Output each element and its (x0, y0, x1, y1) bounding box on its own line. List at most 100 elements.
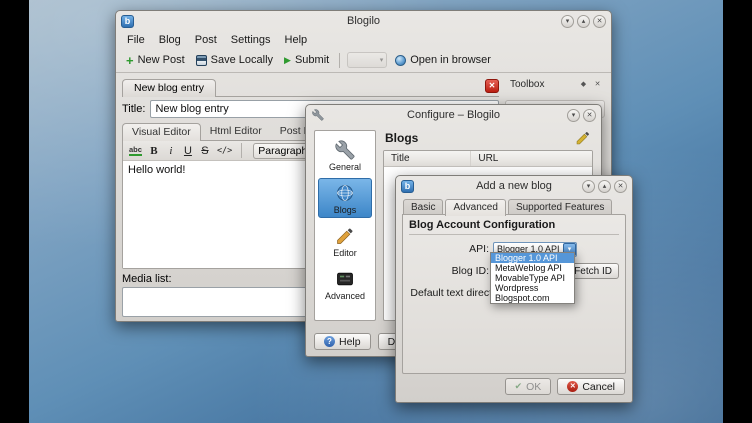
help-icon: ? (324, 336, 335, 347)
minimize-button[interactable]: ▾ (582, 180, 595, 193)
sidebar-item-editor[interactable]: Editor (318, 221, 372, 261)
maximize-button[interactable]: ▴ (598, 180, 611, 193)
main-titlebar[interactable]: b Blogilo ▾ ▴ ✕ (116, 11, 611, 31)
editor-text: Hello world! (128, 164, 185, 176)
minimize-icon: ▾ (587, 183, 591, 190)
api-option-blogger[interactable]: Blogger 1.0 API (491, 253, 574, 263)
sidebar-item-general[interactable]: General (318, 135, 372, 175)
toolbox-close-button[interactable]: ✕ (592, 79, 603, 90)
save-icon (196, 55, 207, 66)
tab-visual-editor[interactable]: Visual Editor (122, 123, 201, 141)
italic-button[interactable]: i (166, 145, 176, 157)
toolbox-title: Toolbox (507, 79, 575, 90)
blogs-globe-icon (334, 182, 356, 204)
close-button[interactable]: ✕ (583, 109, 596, 122)
open-in-browser-button[interactable]: Open in browser (392, 52, 494, 68)
sidebar-item-blogs[interactable]: Blogs (318, 178, 372, 218)
configure-window-controls: ▾ ✕ (567, 109, 596, 122)
help-button[interactable]: ? Help (314, 333, 371, 350)
post-title-label: Title: (122, 103, 145, 115)
sidebar-label-advanced: Advanced (325, 291, 365, 301)
wrench-icon (334, 139, 356, 161)
maximize-icon: ▴ (603, 183, 607, 190)
maximize-button[interactable]: ▴ (577, 15, 590, 28)
menu-file[interactable]: File (120, 34, 152, 46)
api-option-metaweblog[interactable]: MetaWeblog API (491, 263, 574, 273)
configure-wrench-icon (311, 108, 325, 122)
new-post-icon: + (126, 55, 134, 66)
save-locally-button[interactable]: Save Locally (193, 52, 276, 68)
api-option-blogspot[interactable]: Blogspot.com (491, 293, 574, 303)
document-tabbar: New blog entry ✕ (122, 77, 499, 97)
toolbox-float-button[interactable]: ◆ (578, 79, 589, 90)
ok-check-icon: ✔ (515, 381, 523, 392)
blogilo-icon-letter: b (405, 181, 411, 191)
minimize-button[interactable]: ▾ (561, 15, 574, 28)
new-post-label: New Post (138, 54, 185, 66)
add-blog-footer: ✔ OK ✕ Cancel (505, 378, 625, 395)
api-option-movabletype[interactable]: MovableType API (491, 273, 574, 283)
column-header-url[interactable]: URL (471, 153, 592, 164)
toolbar-separator (339, 53, 340, 68)
blogilo-app-icon: b (121, 15, 134, 28)
toolbox-titlebar[interactable]: Toolbox ◆ ✕ (505, 77, 605, 92)
menu-blog[interactable]: Blog (152, 34, 188, 46)
tab-basic[interactable]: Basic (403, 199, 443, 215)
maximize-icon: ▴ (582, 18, 586, 25)
open-in-browser-label: Open in browser (410, 54, 491, 66)
sidebar-label-general: General (329, 162, 361, 172)
blog-account-configuration-header: Blog Account Configuration (409, 219, 619, 235)
close-icon: ✕ (618, 183, 624, 190)
menu-settings[interactable]: Settings (224, 34, 278, 46)
minimize-icon: ▾ (566, 18, 570, 25)
add-blog-dialog: b Add a new blog ▾ ▴ ✕ Basic Advanced Su… (395, 175, 633, 403)
screenshot-root: b Blogilo ▾ ▴ ✕ File Blog Post Settings … (0, 0, 752, 423)
submit-button[interactable]: ▶ Submit (281, 52, 332, 68)
ok-label: OK (526, 381, 541, 393)
bold-button[interactable]: B (149, 145, 159, 157)
api-dropdown-popup: Blogger 1.0 API MetaWeblog API MovableTy… (490, 252, 575, 304)
menu-post[interactable]: Post (188, 34, 224, 46)
add-blog-titlebar[interactable]: b Add a new blog ▾ ▴ ✕ (396, 176, 632, 196)
close-button[interactable]: ✕ (614, 180, 627, 193)
close-button[interactable]: ✕ (593, 15, 606, 28)
api-label: API: (409, 243, 489, 255)
document-tab-new-blog-entry[interactable]: New blog entry (122, 79, 216, 97)
float-icon: ◆ (581, 81, 586, 88)
blogs-page-header: Blogs (383, 130, 593, 150)
tab-advanced[interactable]: Advanced (445, 199, 505, 216)
editor-pencil-icon (334, 225, 356, 247)
configure-titlebar[interactable]: Configure – Blogilo ▾ ✕ (306, 105, 601, 125)
new-post-button[interactable]: + New Post (123, 52, 188, 68)
spellcheck-icon[interactable]: abc (129, 145, 142, 156)
api-option-wordpress[interactable]: Wordpress (491, 283, 574, 293)
ok-button[interactable]: ✔ OK (505, 378, 552, 395)
cancel-icon: ✕ (567, 381, 578, 392)
submit-label: Submit (295, 54, 329, 66)
add-blog-tabs: Basic Advanced Supported Features (396, 197, 632, 215)
configure-sidebar: General Blogs (314, 130, 376, 321)
fetch-id-label: Fetch ID (574, 266, 612, 277)
menu-help[interactable]: Help (278, 34, 315, 46)
browser-globe-icon (395, 55, 406, 66)
close-icon: ✕ (587, 112, 593, 119)
cancel-button[interactable]: ✕ Cancel (557, 378, 625, 395)
tab-supported-features[interactable]: Supported Features (508, 199, 612, 215)
blogilo-app-icon: b (401, 180, 414, 193)
sidebar-label-blogs: Blogs (334, 205, 357, 215)
strikethrough-button[interactable]: S (200, 145, 210, 157)
sidebar-item-advanced[interactable]: Advanced (318, 264, 372, 304)
tab-close-icon: ✕ (489, 81, 496, 90)
cancel-label: Cancel (582, 381, 615, 393)
configure-dialog-title: Configure – Blogilo (326, 109, 581, 121)
add-blog-window-controls: ▾ ▴ ✕ (582, 180, 627, 193)
main-menubar: File Blog Post Settings Help (116, 31, 611, 48)
code-button[interactable]: </> (217, 146, 232, 156)
close-tab-button[interactable]: ✕ (485, 79, 499, 93)
column-header-title[interactable]: Title (384, 151, 471, 166)
sidebar-label-editor: Editor (333, 248, 357, 258)
tab-html-editor[interactable]: Html Editor (201, 123, 271, 140)
minimize-button[interactable]: ▾ (567, 109, 580, 122)
main-window-controls: ▾ ▴ ✕ (561, 15, 606, 28)
underline-button[interactable]: U (183, 145, 193, 157)
